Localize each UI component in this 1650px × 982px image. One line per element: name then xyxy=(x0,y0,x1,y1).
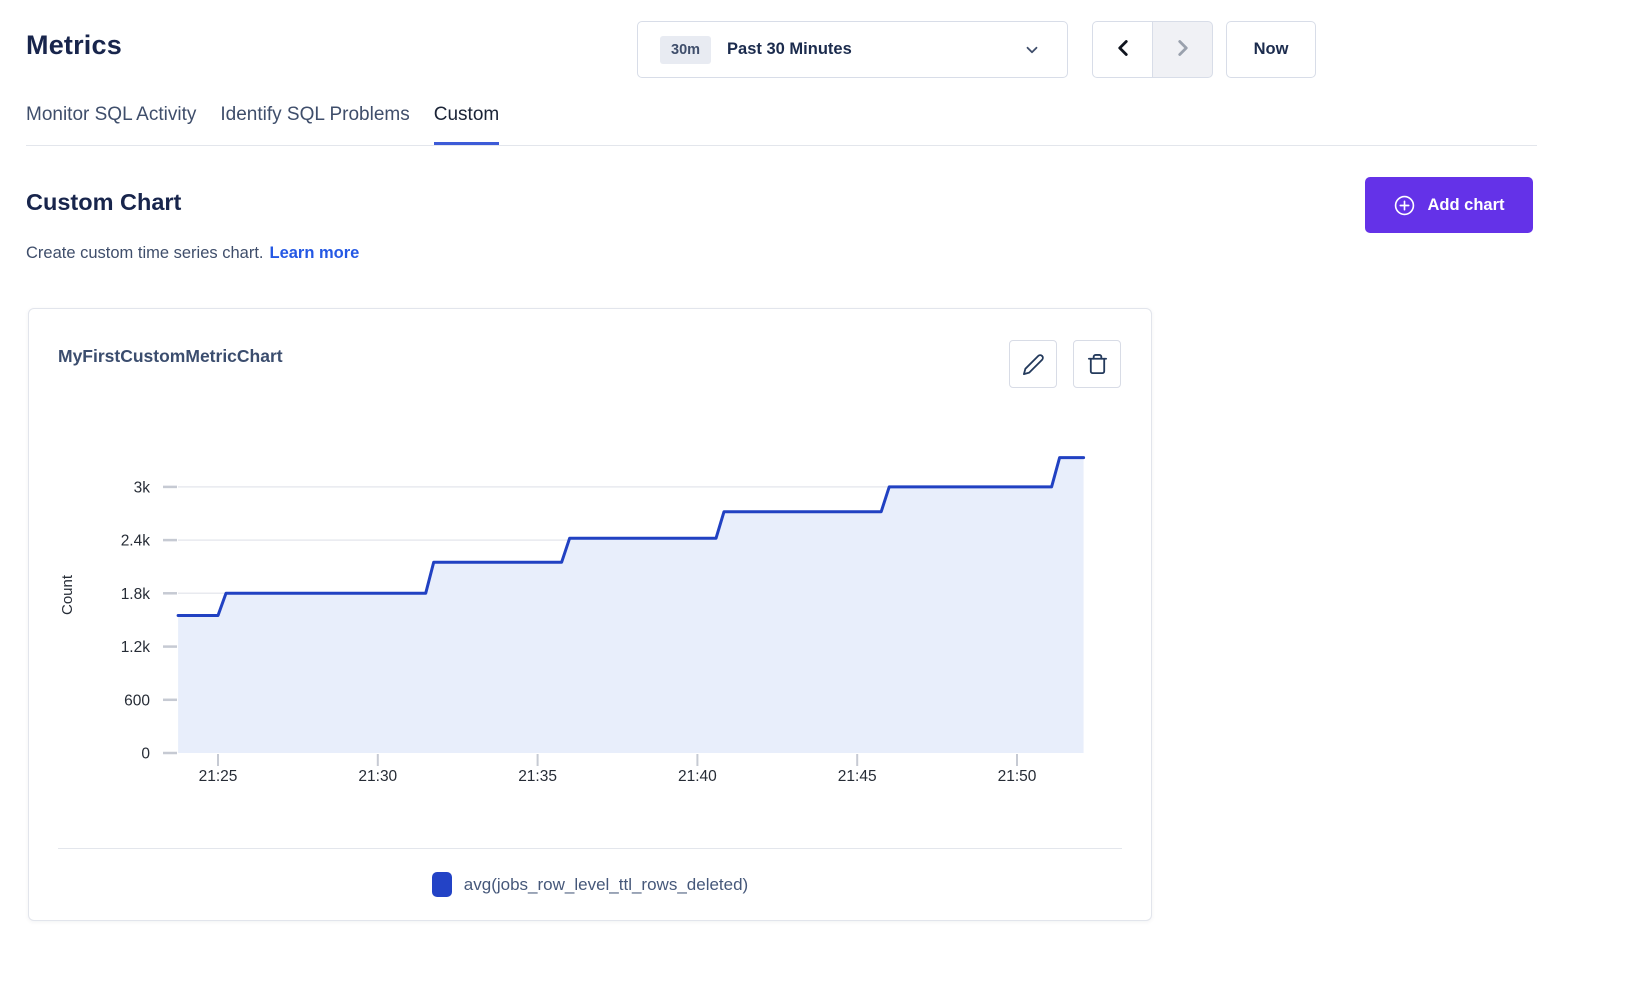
time-range-badge: 30m xyxy=(660,36,711,64)
page-title: Metrics xyxy=(26,30,122,61)
chart-title: MyFirstCustomMetricChart xyxy=(58,346,283,367)
metrics-tabs: Monitor SQL Activity Identify SQL Proble… xyxy=(26,103,499,146)
add-chart-label: Add chart xyxy=(1427,196,1504,215)
delete-chart-button[interactable] xyxy=(1073,340,1121,388)
plus-circle-icon xyxy=(1393,194,1416,217)
time-range-label: Past 30 Minutes xyxy=(727,40,852,59)
legend-divider xyxy=(58,848,1122,849)
previous-window-button[interactable] xyxy=(1092,21,1153,78)
legend-label: avg(jobs_row_level_ttl_rows_deleted) xyxy=(464,875,748,895)
tab-custom[interactable]: Custom xyxy=(434,103,499,146)
edit-chart-button[interactable] xyxy=(1009,340,1057,388)
chevron-right-icon xyxy=(1170,35,1196,64)
tab-monitor-sql-activity[interactable]: Monitor SQL Activity xyxy=(26,103,196,146)
time-window-nav xyxy=(1092,21,1213,78)
trash-icon xyxy=(1086,353,1109,376)
legend-swatch xyxy=(432,872,452,897)
section-title: Custom Chart xyxy=(26,189,181,216)
pencil-icon xyxy=(1022,353,1045,376)
learn-more-link[interactable]: Learn more xyxy=(270,244,360,262)
legend-item[interactable]: avg(jobs_row_level_ttl_rows_deleted) xyxy=(29,872,1151,897)
section-subtitle: Create custom time series chart. Learn mo… xyxy=(26,244,359,263)
now-button[interactable]: Now xyxy=(1226,21,1316,78)
chevron-down-icon xyxy=(1023,41,1041,59)
custom-chart-card: MyFirstCustomMetricChart avg(jobs_row_le… xyxy=(28,308,1152,921)
tabs-divider xyxy=(26,145,1537,146)
chevron-left-icon xyxy=(1110,35,1136,64)
metrics-page: Metrics 30m Past 30 Minutes Now Monitor … xyxy=(0,0,1650,982)
next-window-button[interactable] xyxy=(1152,21,1213,78)
add-chart-button[interactable]: Add chart xyxy=(1365,177,1533,233)
time-range-dropdown[interactable]: 30m Past 30 Minutes xyxy=(637,21,1068,78)
subtitle-text: Create custom time series chart. xyxy=(26,244,264,262)
tab-identify-sql-problems[interactable]: Identify SQL Problems xyxy=(220,103,409,146)
